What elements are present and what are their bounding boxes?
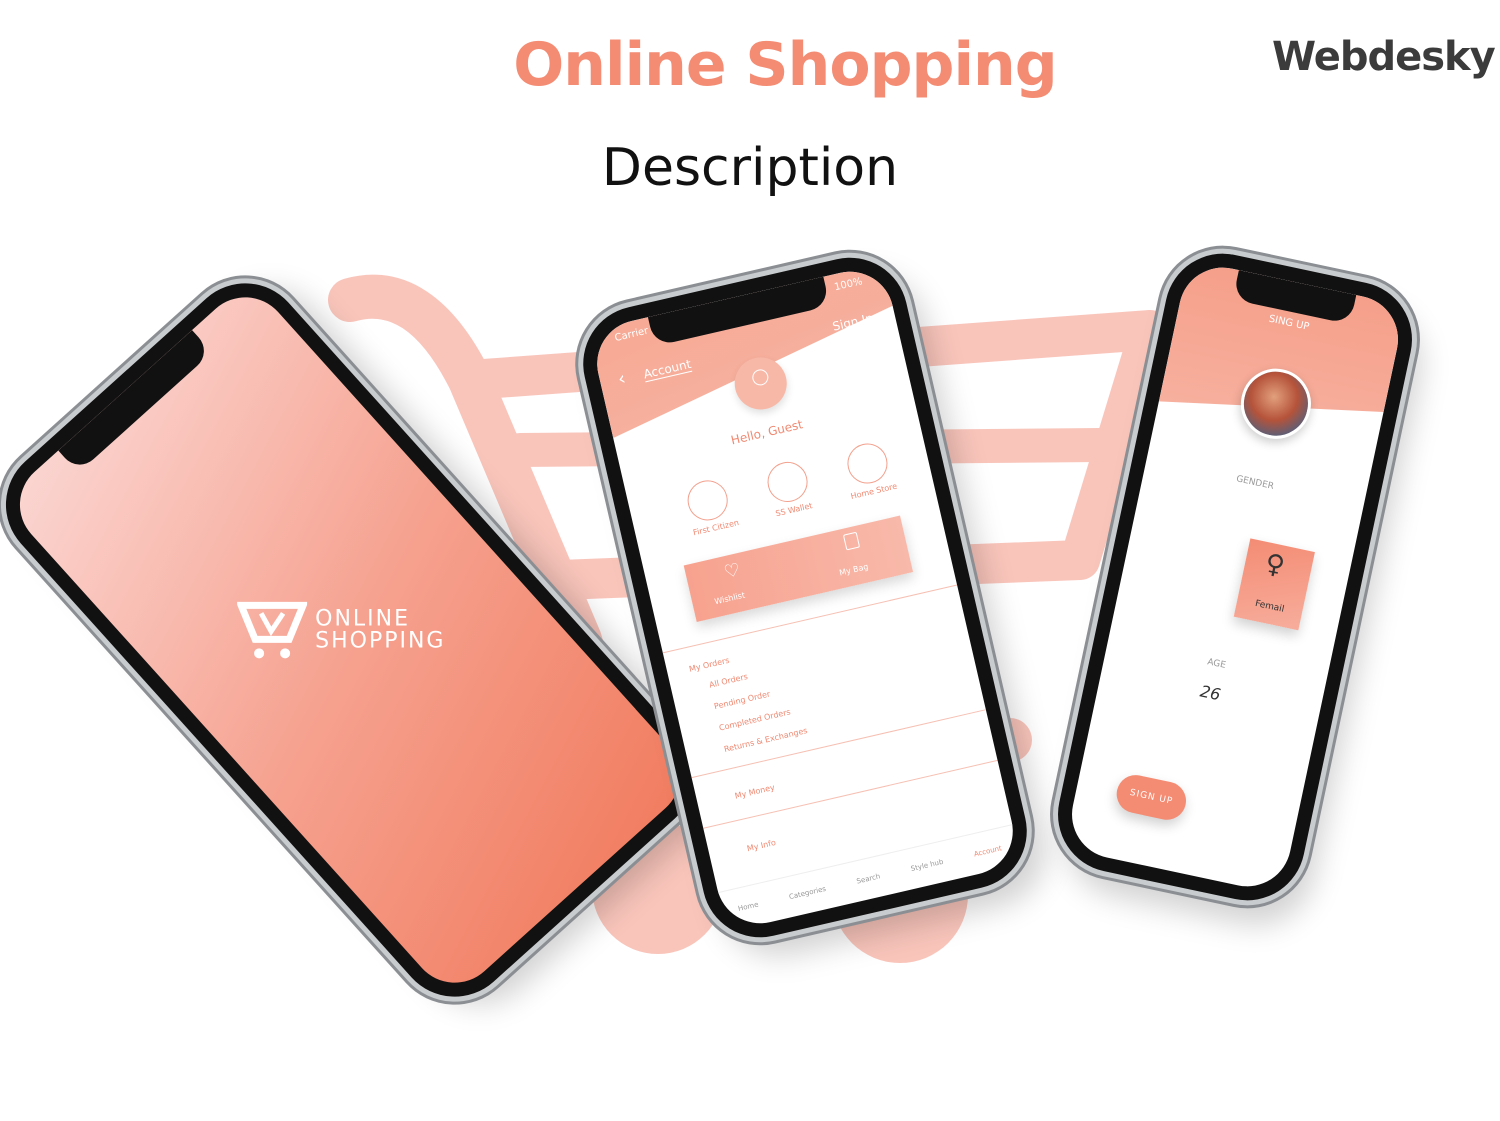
- tab-home[interactable]: Home: [737, 900, 759, 912]
- page-subtitle: Description: [601, 138, 899, 198]
- heart-icon: ♡: [722, 559, 743, 584]
- my-money-item[interactable]: My Money: [734, 783, 776, 801]
- order-item[interactable]: Pending Order: [713, 689, 771, 711]
- my-info-item[interactable]: My Info: [746, 838, 777, 853]
- order-item[interactable]: All Orders: [708, 672, 748, 690]
- logo-text: Webdesky: [1272, 34, 1496, 80]
- female-icon: ♀: [1262, 548, 1288, 582]
- sign-up-button[interactable]: SIGN UP: [1113, 771, 1190, 824]
- brand-line-1: ONLINE: [314, 606, 410, 632]
- gender-value: Femail: [1254, 598, 1286, 615]
- splash-brand: ONLINE SHOPPING: [314, 606, 446, 654]
- tab-search[interactable]: Search: [856, 872, 881, 885]
- tab-categories[interactable]: Categories: [788, 885, 827, 901]
- age-value[interactable]: 26: [1100, 661, 1321, 726]
- orders-heading: My Orders: [688, 655, 731, 674]
- wishlist-button[interactable]: Wishlist: [714, 591, 746, 607]
- first-citizen-button[interactable]: [683, 476, 732, 525]
- bag-icon: [842, 531, 861, 551]
- gender-label: GENDER: [1235, 474, 1275, 492]
- brand-line-2: SHOPPING: [314, 628, 446, 654]
- wallet-button[interactable]: [763, 457, 812, 506]
- my-bag-button[interactable]: My Bag: [838, 562, 869, 577]
- gender-female-option[interactable]: ♀ Femail: [1233, 538, 1315, 631]
- user-icon: [750, 367, 770, 387]
- tab-account[interactable]: Account: [973, 844, 1002, 858]
- cart-logo-icon: [236, 601, 307, 659]
- home-store-button[interactable]: [843, 439, 892, 488]
- order-item[interactable]: Returns & Exchanges: [723, 726, 808, 754]
- splash-logo: ONLINE SHOPPING: [236, 599, 446, 661]
- brand-logo: Webdesky: [1272, 34, 1496, 80]
- order-item[interactable]: Completed Orders: [718, 707, 791, 732]
- tab-style-hub[interactable]: Style hub: [910, 858, 944, 873]
